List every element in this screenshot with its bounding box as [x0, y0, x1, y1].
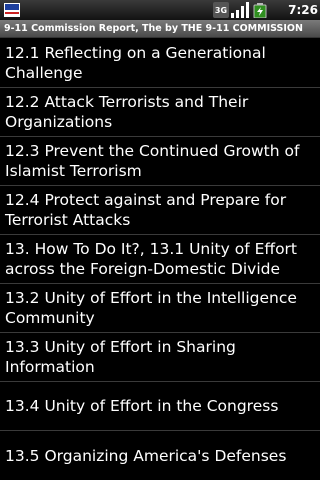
svg-text:3G: 3G: [215, 6, 227, 15]
app-title-bar: 9-11 Commission Report, The by THE 9-11 …: [0, 20, 320, 38]
status-bar: 3G 7:26: [0, 0, 320, 20]
toc-item-label: 12.3 Prevent the Continued Growth of Isl…: [5, 142, 300, 180]
status-clock: 7:26: [288, 3, 318, 17]
toc-item-label: 13.2 Unity of Effort in the Intelligence…: [5, 289, 297, 327]
toc-item[interactable]: 12.3 Prevent the Continued Growth of Isl…: [0, 137, 320, 186]
battery-charging-icon: [253, 3, 267, 18]
toc-item[interactable]: 13.2 Unity of Effort in the Intelligence…: [0, 284, 320, 333]
toc-item[interactable]: 12.2 Attack Terrorists and Their Organiz…: [0, 88, 320, 137]
toc-item[interactable]: 12.1 Reflecting on a Generational Challe…: [0, 39, 320, 88]
toc-item-label: 13.5 Organizing America's Defenses: [5, 446, 287, 465]
toc-item-label: 12.2 Attack Terrorists and Their Organiz…: [5, 93, 249, 131]
toc-item[interactable]: 12.4 Protect against and Prepare for Ter…: [0, 186, 320, 235]
toc-item-label: 13.4 Unity of Effort in the Congress: [5, 397, 279, 415]
toc-item[interactable]: 13.4 Unity of Effort in the Congress: [0, 382, 320, 431]
toc-item-label: 12.4 Protect against and Prepare for Ter…: [5, 191, 287, 229]
flag-icon: [4, 3, 20, 17]
network-3g-icon: 3G: [213, 2, 229, 18]
toc-item-label: 13.3 Unity of Effort in Sharing Informat…: [5, 338, 236, 376]
toc-item[interactable]: 13.5 Organizing America's Defenses: [0, 431, 320, 480]
signal-icon: [231, 2, 249, 18]
toc-item-label: 12.1 Reflecting on a Generational Challe…: [5, 44, 266, 82]
toc-item[interactable]: 13.3 Unity of Effort in Sharing Informat…: [0, 333, 320, 382]
toc-item-label: 13. How To Do It?, 13.1 Unity of Effort …: [5, 240, 298, 278]
app-title: 9-11 Commission Report, The by THE 9-11 …: [4, 23, 303, 34]
toc-item[interactable]: 13. How To Do It?, 13.1 Unity of Effort …: [0, 235, 320, 284]
